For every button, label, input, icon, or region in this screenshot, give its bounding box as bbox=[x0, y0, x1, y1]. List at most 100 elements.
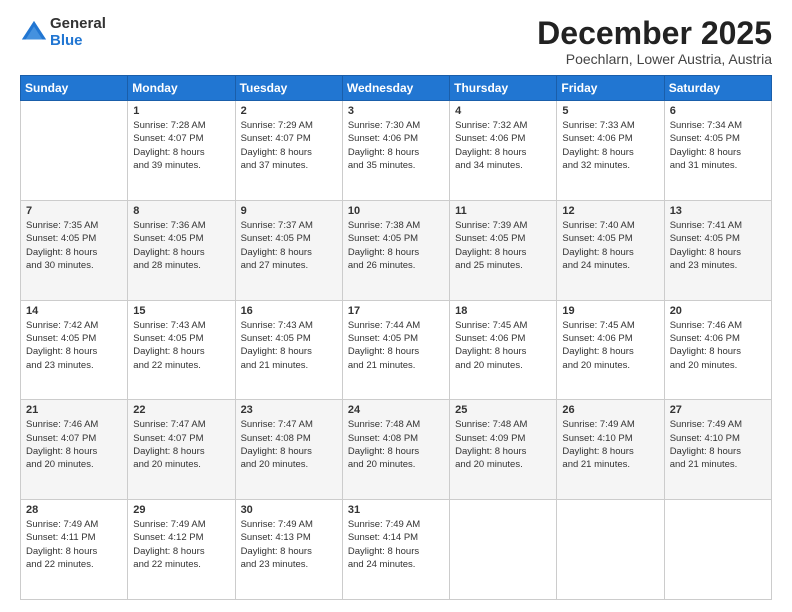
month-title: December 2025 bbox=[537, 16, 772, 51]
day-cell-16: 16 Sunrise: 7:43 AM Sunset: 4:05 PM Dayli… bbox=[235, 300, 342, 400]
day-number: 21 bbox=[26, 404, 122, 416]
day-info: Sunrise: 7:49 AM Sunset: 4:10 PM Dayligh… bbox=[670, 418, 766, 471]
day-cell-11: 11Sunrise: 7:39 AM Sunset: 4:05 PM Dayli… bbox=[450, 200, 557, 300]
day-cell-18: 18 Sunrise: 7:45 AM Sunset: 4:06 PM Dayli… bbox=[450, 300, 557, 400]
day-cell-27: 27 Sunrise: 7:49 AM Sunset: 4:10 PM Dayli… bbox=[664, 400, 771, 500]
day-cell-20: 20Sunrise: 7:46 AM Sunset: 4:06 PM Dayli… bbox=[664, 300, 771, 400]
day-info: Sunrise: 7:44 AM Sunset: 4:05 PM Dayligh… bbox=[348, 319, 444, 372]
day-number: 11 bbox=[455, 205, 551, 217]
logo-blue-text: Blue bbox=[50, 33, 106, 50]
day-info: Sunrise: 7:41 AM Sunset: 4:05 PM Dayligh… bbox=[670, 219, 766, 272]
weekday-header-saturday: Saturday bbox=[664, 76, 771, 101]
day-number: 18 bbox=[455, 305, 551, 317]
day-cell-2: 2 Sunrise: 7:29 AM Sunset: 4:07 PM Daylig… bbox=[235, 101, 342, 201]
day-cell-17: 17 Sunrise: 7:44 AM Sunset: 4:05 PM Dayli… bbox=[342, 300, 449, 400]
day-cell-7: 7 Sunrise: 7:35 AM Sunset: 4:05 PM Daylig… bbox=[21, 200, 128, 300]
weekday-header-row: SundayMondayTuesdayWednesdayThursdayFrid… bbox=[21, 76, 772, 101]
day-cell-6: 6Sunrise: 7:34 AM Sunset: 4:05 PM Daylig… bbox=[664, 101, 771, 201]
day-info: Sunrise: 7:45 AM Sunset: 4:06 PM Dayligh… bbox=[562, 319, 658, 372]
week-row-4: 21 Sunrise: 7:46 AM Sunset: 4:07 PM Dayli… bbox=[21, 400, 772, 500]
day-info: Sunrise: 7:29 AM Sunset: 4:07 PM Dayligh… bbox=[241, 119, 337, 172]
day-number: 12 bbox=[562, 205, 658, 217]
day-cell-4: 4Sunrise: 7:32 AM Sunset: 4:06 PM Daylig… bbox=[450, 101, 557, 201]
empty-cell bbox=[21, 101, 128, 201]
day-number: 1 bbox=[133, 105, 229, 117]
day-info: Sunrise: 7:38 AM Sunset: 4:05 PM Dayligh… bbox=[348, 219, 444, 272]
day-info: Sunrise: 7:33 AM Sunset: 4:06 PM Dayligh… bbox=[562, 119, 658, 172]
day-cell-24: 24 Sunrise: 7:48 AM Sunset: 4:08 PM Dayli… bbox=[342, 400, 449, 500]
day-info: Sunrise: 7:36 AM Sunset: 4:05 PM Dayligh… bbox=[133, 219, 229, 272]
day-info: Sunrise: 7:43 AM Sunset: 4:05 PM Dayligh… bbox=[133, 319, 229, 372]
day-cell-9: 9Sunrise: 7:37 AM Sunset: 4:05 PM Daylig… bbox=[235, 200, 342, 300]
day-info: Sunrise: 7:37 AM Sunset: 4:05 PM Dayligh… bbox=[241, 219, 337, 272]
day-info: Sunrise: 7:49 AM Sunset: 4:14 PM Dayligh… bbox=[348, 518, 444, 571]
empty-cell bbox=[450, 500, 557, 600]
day-info: Sunrise: 7:48 AM Sunset: 4:08 PM Dayligh… bbox=[348, 418, 444, 471]
day-cell-3: 3 Sunrise: 7:30 AM Sunset: 4:06 PM Daylig… bbox=[342, 101, 449, 201]
weekday-header-tuesday: Tuesday bbox=[235, 76, 342, 101]
day-cell-28: 28Sunrise: 7:49 AM Sunset: 4:11 PM Dayli… bbox=[21, 500, 128, 600]
weekday-header-sunday: Sunday bbox=[21, 76, 128, 101]
day-info: Sunrise: 7:40 AM Sunset: 4:05 PM Dayligh… bbox=[562, 219, 658, 272]
day-number: 6 bbox=[670, 105, 766, 117]
day-cell-30: 30Sunrise: 7:49 AM Sunset: 4:13 PM Dayli… bbox=[235, 500, 342, 600]
location: Poechlarn, Lower Austria, Austria bbox=[537, 51, 772, 67]
day-cell-22: 22Sunrise: 7:47 AM Sunset: 4:07 PM Dayli… bbox=[128, 400, 235, 500]
weekday-header-friday: Friday bbox=[557, 76, 664, 101]
day-cell-1: 1 Sunrise: 7:28 AM Sunset: 4:07 PM Daylig… bbox=[128, 101, 235, 201]
day-number: 26 bbox=[562, 404, 658, 416]
day-cell-13: 13Sunrise: 7:41 AM Sunset: 4:05 PM Dayli… bbox=[664, 200, 771, 300]
day-number: 27 bbox=[670, 404, 766, 416]
day-number: 10 bbox=[348, 205, 444, 217]
day-info: Sunrise: 7:49 AM Sunset: 4:12 PM Dayligh… bbox=[133, 518, 229, 571]
weekday-header-wednesday: Wednesday bbox=[342, 76, 449, 101]
day-number: 16 bbox=[241, 305, 337, 317]
day-cell-5: 5 Sunrise: 7:33 AM Sunset: 4:06 PM Daylig… bbox=[557, 101, 664, 201]
day-number: 8 bbox=[133, 205, 229, 217]
day-cell-19: 19Sunrise: 7:45 AM Sunset: 4:06 PM Dayli… bbox=[557, 300, 664, 400]
page: General Blue December 2025 Poechlarn, Lo… bbox=[0, 0, 792, 612]
empty-cell bbox=[557, 500, 664, 600]
day-cell-10: 10 Sunrise: 7:38 AM Sunset: 4:05 PM Dayli… bbox=[342, 200, 449, 300]
weekday-header-monday: Monday bbox=[128, 76, 235, 101]
week-row-3: 14Sunrise: 7:42 AM Sunset: 4:05 PM Dayli… bbox=[21, 300, 772, 400]
logo-text: General Blue bbox=[50, 16, 106, 49]
day-cell-12: 12 Sunrise: 7:40 AM Sunset: 4:05 PM Dayli… bbox=[557, 200, 664, 300]
day-info: Sunrise: 7:47 AM Sunset: 4:07 PM Dayligh… bbox=[133, 418, 229, 471]
day-cell-15: 15Sunrise: 7:43 AM Sunset: 4:05 PM Dayli… bbox=[128, 300, 235, 400]
day-info: Sunrise: 7:30 AM Sunset: 4:06 PM Dayligh… bbox=[348, 119, 444, 172]
day-info: Sunrise: 7:48 AM Sunset: 4:09 PM Dayligh… bbox=[455, 418, 551, 471]
day-info: Sunrise: 7:46 AM Sunset: 4:07 PM Dayligh… bbox=[26, 418, 122, 471]
week-row-1: 1 Sunrise: 7:28 AM Sunset: 4:07 PM Daylig… bbox=[21, 101, 772, 201]
day-number: 29 bbox=[133, 504, 229, 516]
logo-icon bbox=[20, 19, 48, 47]
day-number: 25 bbox=[455, 404, 551, 416]
day-number: 2 bbox=[241, 105, 337, 117]
day-number: 30 bbox=[241, 504, 337, 516]
day-number: 20 bbox=[670, 305, 766, 317]
day-number: 28 bbox=[26, 504, 122, 516]
day-number: 7 bbox=[26, 205, 122, 217]
day-cell-25: 25 Sunrise: 7:48 AM Sunset: 4:09 PM Dayli… bbox=[450, 400, 557, 500]
calendar-table: SundayMondayTuesdayWednesdayThursdayFrid… bbox=[20, 75, 772, 600]
day-info: Sunrise: 7:49 AM Sunset: 4:10 PM Dayligh… bbox=[562, 418, 658, 471]
day-info: Sunrise: 7:43 AM Sunset: 4:05 PM Dayligh… bbox=[241, 319, 337, 372]
day-cell-14: 14Sunrise: 7:42 AM Sunset: 4:05 PM Dayli… bbox=[21, 300, 128, 400]
day-number: 17 bbox=[348, 305, 444, 317]
header: General Blue December 2025 Poechlarn, Lo… bbox=[20, 16, 772, 67]
logo-general-text: General bbox=[50, 16, 106, 33]
day-cell-23: 23Sunrise: 7:47 AM Sunset: 4:08 PM Dayli… bbox=[235, 400, 342, 500]
day-cell-29: 29 Sunrise: 7:49 AM Sunset: 4:12 PM Dayli… bbox=[128, 500, 235, 600]
day-number: 31 bbox=[348, 504, 444, 516]
day-number: 14 bbox=[26, 305, 122, 317]
day-info: Sunrise: 7:35 AM Sunset: 4:05 PM Dayligh… bbox=[26, 219, 122, 272]
week-row-5: 28Sunrise: 7:49 AM Sunset: 4:11 PM Dayli… bbox=[21, 500, 772, 600]
day-number: 3 bbox=[348, 105, 444, 117]
day-cell-21: 21 Sunrise: 7:46 AM Sunset: 4:07 PM Dayli… bbox=[21, 400, 128, 500]
day-info: Sunrise: 7:32 AM Sunset: 4:06 PM Dayligh… bbox=[455, 119, 551, 172]
day-info: Sunrise: 7:45 AM Sunset: 4:06 PM Dayligh… bbox=[455, 319, 551, 372]
day-info: Sunrise: 7:28 AM Sunset: 4:07 PM Dayligh… bbox=[133, 119, 229, 172]
day-number: 5 bbox=[562, 105, 658, 117]
weekday-header-thursday: Thursday bbox=[450, 76, 557, 101]
day-number: 24 bbox=[348, 404, 444, 416]
